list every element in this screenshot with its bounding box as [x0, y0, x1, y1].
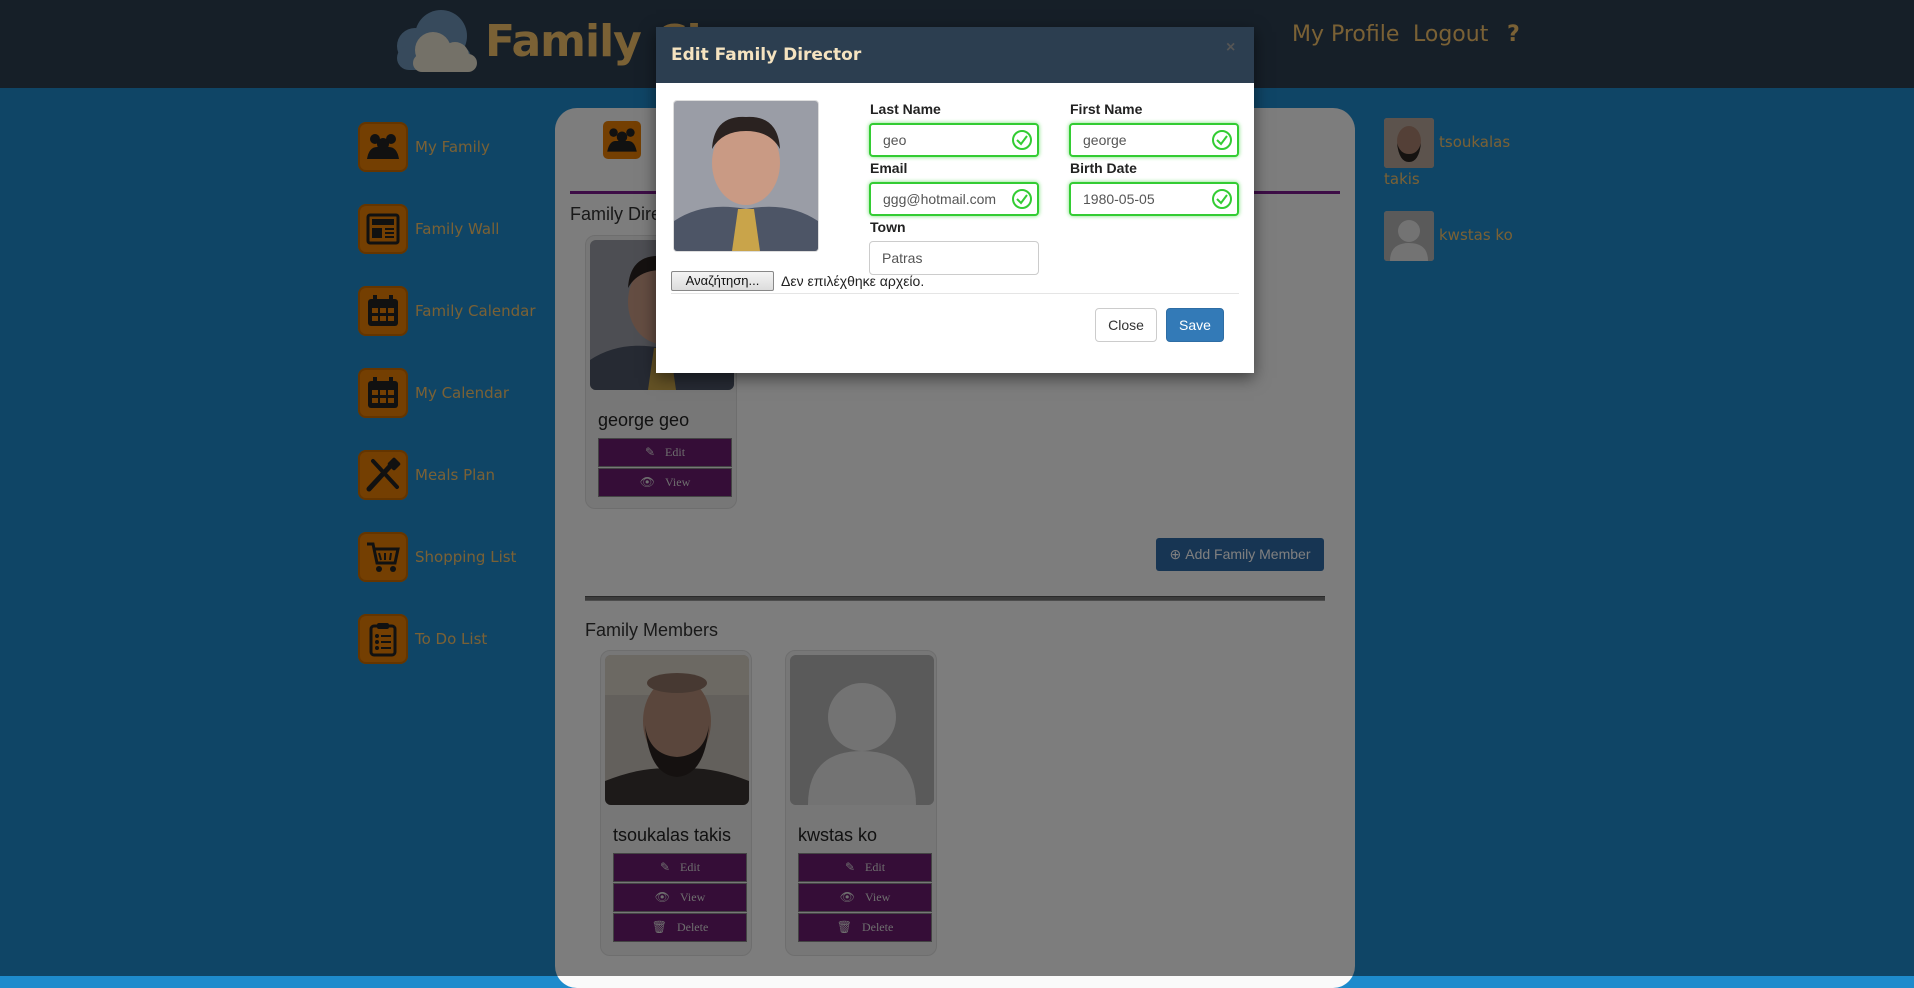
modal-footer-divider [671, 293, 1239, 294]
town-value: Patras [882, 250, 923, 266]
modal-close-icon[interactable]: × [1226, 39, 1235, 57]
modal-title: Edit Family Director [671, 45, 862, 65]
close-button[interactable]: Close [1095, 308, 1157, 342]
director-photo-preview [673, 100, 819, 252]
first-name-value: george [1083, 132, 1127, 148]
email-field[interactable]: ggg@hotmail.com [869, 182, 1039, 216]
check-circle-icon [1212, 189, 1232, 209]
last-name-label: Last Name [870, 101, 941, 117]
save-button[interactable]: Save [1166, 308, 1224, 342]
birth-date-value: 1980-05-05 [1083, 191, 1155, 207]
town-label: Town [870, 219, 906, 235]
first-name-field[interactable]: george [1069, 123, 1239, 157]
file-browse-button[interactable]: Αναζήτηση... [671, 271, 774, 291]
first-name-label: First Name [1070, 101, 1143, 117]
last-name-field[interactable]: geo [869, 123, 1039, 157]
check-circle-icon [1012, 130, 1032, 150]
edit-director-modal: Edit Family Director × Last Name geo Fir… [656, 27, 1254, 373]
email-label: Email [870, 160, 908, 176]
last-name-value: geo [883, 132, 907, 148]
town-field[interactable]: Patras [869, 241, 1039, 275]
check-circle-icon [1212, 130, 1232, 150]
check-circle-icon [1012, 189, 1032, 209]
birth-date-label: Birth Date [1070, 160, 1137, 176]
email-value: ggg@hotmail.com [883, 191, 997, 207]
file-status-text: Δεν επιλέχθηκε αρχείο. [781, 273, 925, 289]
modal-header: Edit Family Director × [656, 27, 1254, 83]
birth-date-field[interactable]: 1980-05-05 [1069, 182, 1239, 216]
